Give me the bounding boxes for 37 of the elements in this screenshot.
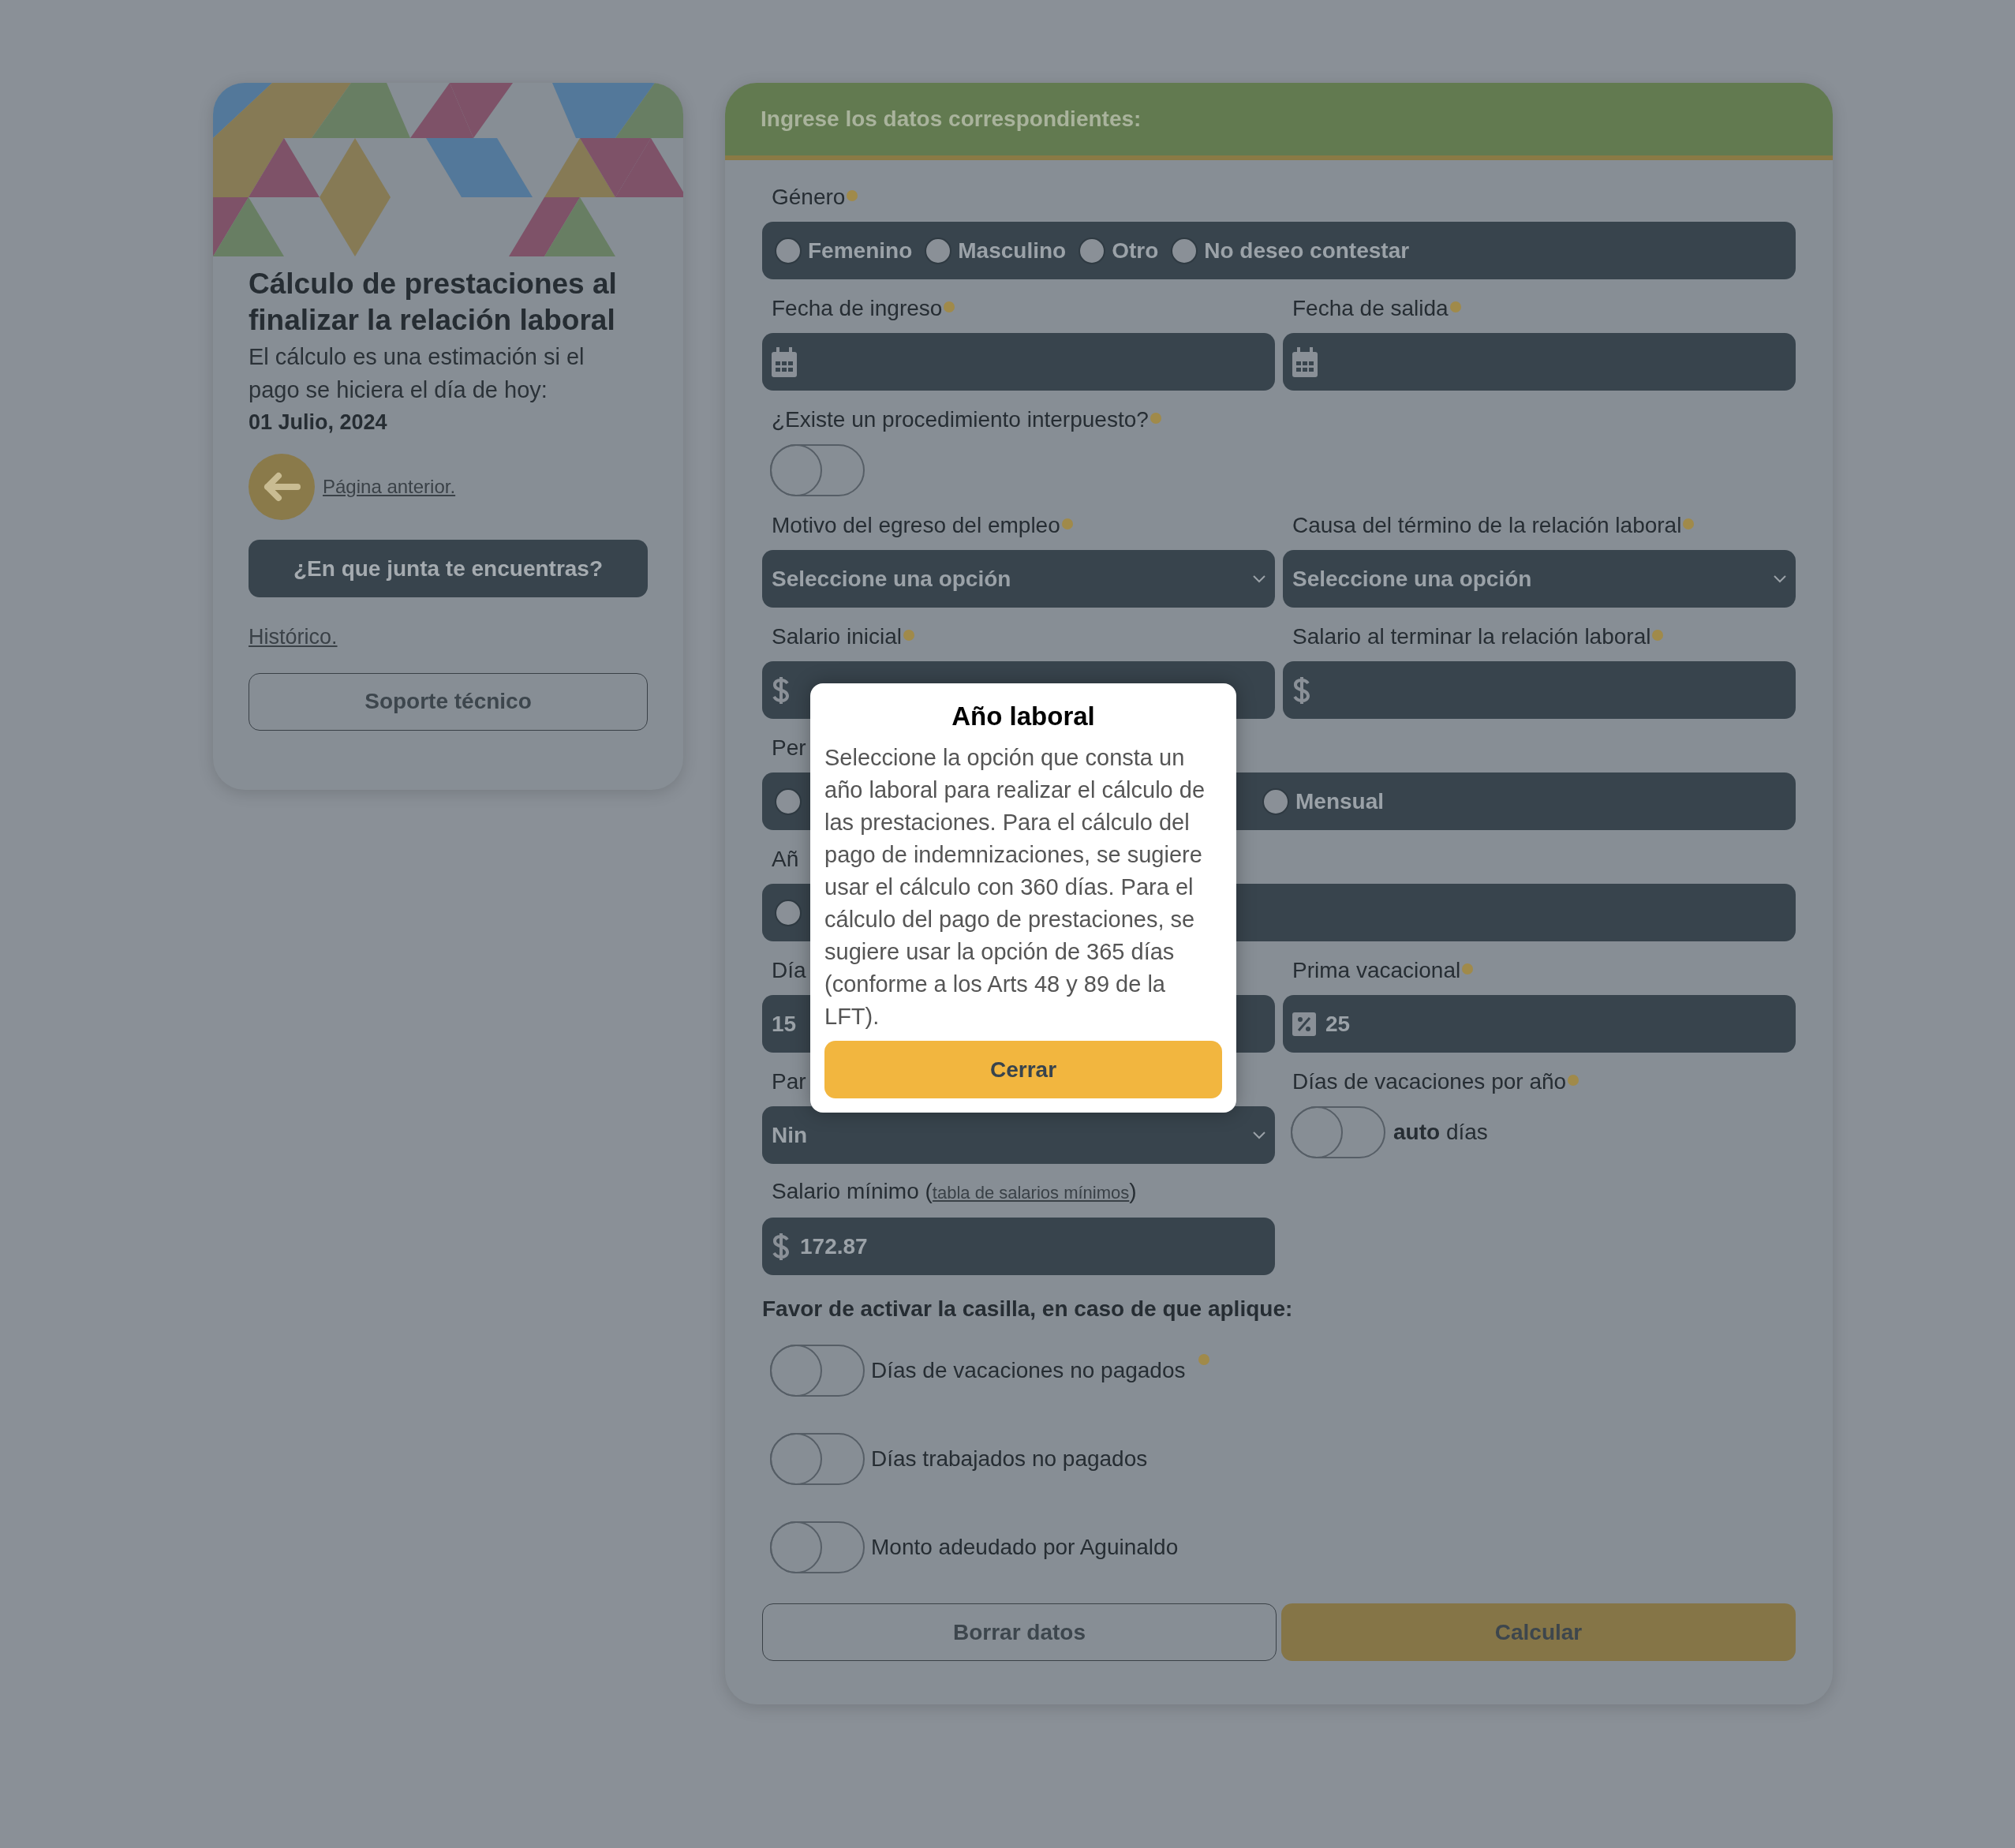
field-label: Añ: [772, 846, 799, 873]
field-label: Salario mínimo (tabla de salarios mínimos): [772, 1178, 1137, 1205]
input-value: 25: [1325, 1010, 1351, 1038]
field-label: Salario inicial: [772, 623, 902, 650]
toggle-label: Días trabajados no pagados: [871, 1446, 1148, 1472]
input-value: 15: [772, 1010, 797, 1038]
input-value: 172.87: [800, 1233, 868, 1260]
card-title: Cálculo de prestaciones al finalizar la relación laboral: [249, 267, 618, 338]
option-label: Mensual: [1295, 787, 1385, 815]
field-label: Motivo del egreso del empleo: [772, 512, 1060, 539]
select-value: Seleccione una opción: [772, 565, 1011, 593]
field-label: Fecha de salida: [1292, 295, 1449, 322]
toggle-label: Monto adeudado por Aguinaldo: [871, 1534, 1179, 1561]
option-label: Otro: [1112, 237, 1159, 264]
field-label: Causa del término de la relación laboral: [1292, 512, 1682, 539]
option-label: Masculino: [958, 237, 1067, 264]
field-label: Día: [772, 957, 806, 984]
instruction-text: Favor de activar la casilla, en caso de que aplique:: [762, 1296, 1294, 1322]
option-label: No deseo contestar: [1204, 237, 1410, 264]
option-label: Femenino: [808, 237, 913, 264]
field-label: Par: [772, 1068, 806, 1095]
field-label: Fecha de ingreso: [772, 295, 943, 322]
toggle-label: Días de vacaciones no pagados: [871, 1357, 1186, 1384]
field-label: Días de vacaciones por año: [1292, 1068, 1567, 1095]
select-value: Seleccione una opción: [1292, 565, 1532, 593]
field-label: ¿Existe un procedimiento interpuesto?: [772, 406, 1149, 433]
modal-title: Año laboral: [951, 701, 1096, 732]
form-header: Ingrese los datos correspondientes:: [725, 83, 1833, 155]
field-label: Prima vacacional: [1292, 957, 1461, 984]
modal-text: Seleccione la opción que consta un año laboral para realizar el cálculo de las prestaciones. Para el cálculo del pago de indemnizaciones, se sugiere usar el cálculo con 360 días. Para el cálculo del pago de prestaciones, se sugiere usar la opción de 365 días (conforme a los Arts 48 y 89 de la LFT).: [824, 744, 1206, 1031]
toggle-label: auto días: [1393, 1119, 1488, 1146]
field-label: Salario al terminar la relación laboral: [1292, 623, 1651, 650]
description-text: El cálculo es una estimación si el pago se hiciera el día de hoy:: [249, 343, 585, 404]
date-text: 01 Julio, 2024: [249, 410, 388, 436]
field-label: Per: [772, 735, 806, 761]
select-value: Nin: [772, 1121, 808, 1149]
field-label: Género: [772, 184, 846, 211]
